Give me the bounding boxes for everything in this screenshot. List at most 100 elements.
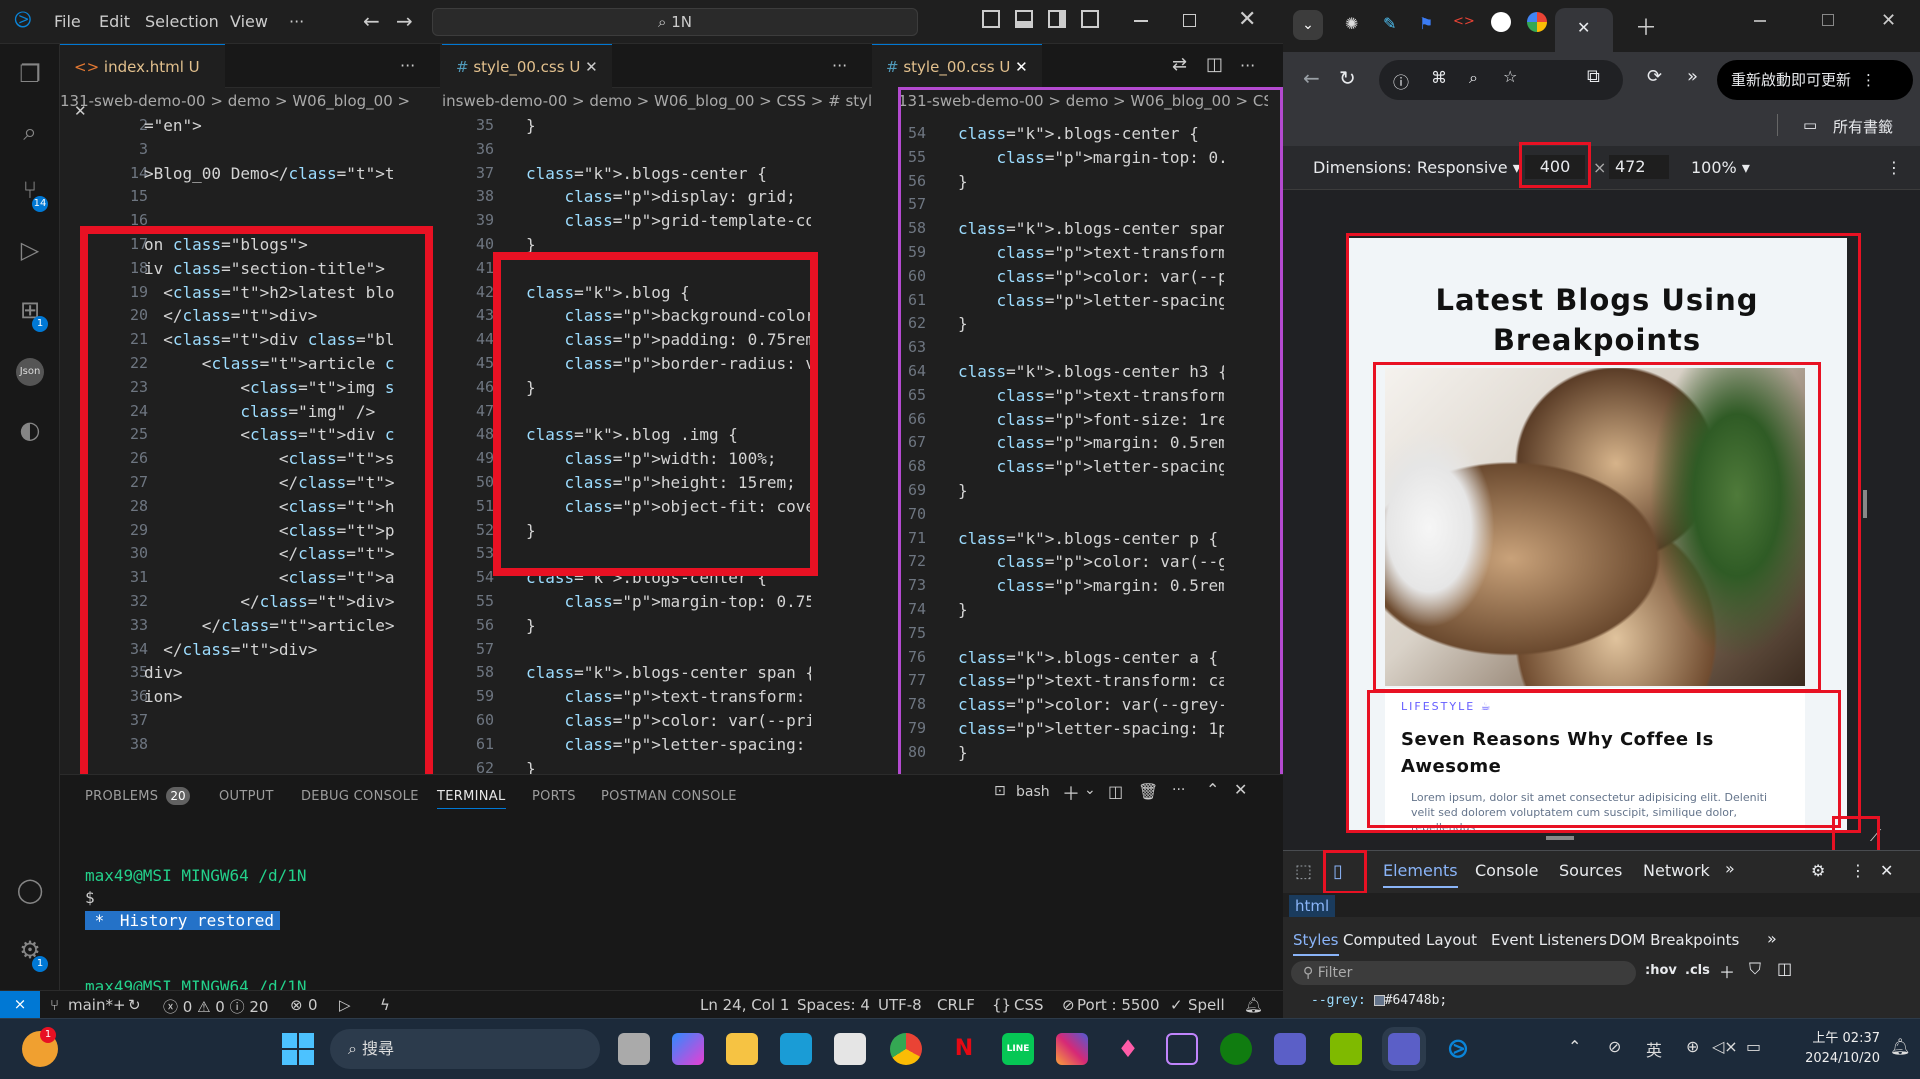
paint-icon[interactable]: ⛉ [1749, 959, 1761, 979]
search-icon[interactable]: ⌕ [14, 116, 46, 148]
line-icon[interactable]: LINE [1002, 1033, 1034, 1065]
new-terminal-icon[interactable]: ＋ [1062, 780, 1080, 806]
language-mode[interactable]: CSS [1014, 996, 1044, 1014]
tab-sources[interactable]: Sources [1559, 861, 1622, 880]
subtab-dom-breakpoints[interactable]: DOM Breakpoints [1609, 931, 1739, 949]
tab-ports[interactable]: PORTS [532, 789, 576, 804]
height-input[interactable]: 472 [1609, 155, 1669, 179]
close-devtools-icon[interactable]: ✕ [1880, 861, 1893, 880]
code-line[interactable]: class="p">text-transform: uppercase; [526, 685, 811, 709]
horizontal-resize-handle[interactable] [1863, 490, 1867, 518]
more-actions-icon[interactable]: ··· [832, 44, 847, 88]
app-green-icon[interactable] [1330, 1033, 1362, 1065]
code-line[interactable]: } [526, 757, 811, 774]
forward-arrow-icon[interactable]: → [396, 9, 413, 33]
globe-icon[interactable]: ⊕ [1686, 1037, 1699, 1056]
code-line[interactable]: class="k">.blogs-center { [526, 162, 811, 186]
split-editor-icon[interactable]: ◫ [1206, 54, 1223, 75]
end-of-line[interactable]: CRLF [937, 996, 975, 1014]
maximize-icon[interactable] [1822, 14, 1834, 26]
site-info-icon[interactable]: ⓘ [1393, 69, 1409, 93]
feather-icon[interactable]: ✎ [1383, 14, 1396, 33]
tab-style-css-active[interactable]: # style_00.css U ✕ [872, 44, 1042, 88]
close-window-icon[interactable]: ✕ [1881, 10, 1896, 31]
battery-icon[interactable]: ▭ [1746, 1037, 1761, 1056]
maximize-panel-icon[interactable]: ⌃ [1206, 780, 1219, 799]
update-button[interactable]: 重新啟動即可更新 ⋮ [1717, 60, 1913, 100]
remote-explorer-icon[interactable]: ◐ [14, 414, 46, 446]
tab-search-chevron-icon[interactable]: ⌄ [1293, 10, 1323, 40]
google-icon[interactable] [1527, 12, 1547, 32]
code-line[interactable]: class="p">letter-spacing: 1.5px; [526, 733, 811, 757]
devtools-menu-icon[interactable]: ⋮ [1850, 861, 1866, 880]
chrome-icon[interactable] [890, 1033, 922, 1065]
instagram-icon[interactable] [1056, 1033, 1088, 1065]
terminal-shell-label[interactable]: bash [1016, 784, 1050, 800]
branch-name[interactable]: main*+ [68, 996, 126, 1014]
vertical-resize-handle[interactable] [1546, 836, 1574, 840]
toggle-secondary-sidebar-icon[interactable] [1048, 10, 1066, 28]
menu-file[interactable]: File [54, 12, 81, 31]
minimize-icon[interactable] [1754, 20, 1766, 22]
vscode-taskbar-icon[interactable]: ⧁ [1442, 1033, 1474, 1065]
split-terminal-icon[interactable]: ◫ [1108, 782, 1123, 801]
bookmark-star-icon[interactable]: ☆ [1503, 67, 1517, 86]
code-line[interactable]: } [526, 614, 811, 638]
more-actions-icon[interactable]: ··· [400, 44, 415, 88]
new-style-rule-icon[interactable]: ＋ [1719, 959, 1735, 983]
accounts-icon[interactable]: ◯ [14, 874, 46, 906]
reload-icon[interactable]: ↻ [1339, 66, 1356, 90]
menu-selection[interactable]: Selection [145, 12, 219, 31]
tray-chevron-up-icon[interactable]: ⌃ [1568, 1037, 1581, 1056]
close-tab-icon[interactable]: ✕ [1577, 18, 1590, 37]
flag-icon[interactable]: ⚑ [1419, 14, 1433, 33]
inspect-element-icon[interactable]: ⬚ [1295, 861, 1312, 882]
chevron-down-icon[interactable]: ⌄ [1084, 782, 1096, 798]
toggle-sidebar-icon[interactable] [982, 10, 1000, 28]
all-bookmarks-link[interactable]: 所有書籤 [1833, 116, 1893, 137]
network-off-icon[interactable]: ⊘ [1608, 1037, 1621, 1056]
problems-summary[interactable]: ⓧ 0 ⚠ 0 ⓘ 20 [163, 996, 268, 1017]
translate-icon[interactable]: ⌘ [1431, 68, 1447, 87]
device-toolbar-more-icon[interactable]: ⋮ [1886, 158, 1902, 177]
more-tabs-icon[interactable]: » [1725, 859, 1735, 878]
tab-elements[interactable]: Elements [1383, 861, 1458, 888]
code-line[interactable]: class="p">display: grid; [526, 185, 811, 209]
menu-view[interactable]: View [230, 12, 268, 31]
more-subtabs-icon[interactable]: » [1767, 929, 1777, 948]
code-line[interactable]: ="en"> [144, 114, 394, 138]
edge-icon[interactable] [780, 1033, 812, 1065]
minimize-icon[interactable] [1134, 20, 1148, 22]
subtab-event-listeners[interactable]: Event Listeners [1491, 931, 1607, 949]
tab-terminal[interactable]: TERMINAL [437, 789, 506, 809]
new-tab-icon[interactable]: ＋ [1635, 10, 1657, 42]
toggle-panel-icon[interactable] [1015, 10, 1033, 28]
ports-count[interactable]: 0 [308, 996, 318, 1014]
extensions-puzzle-icon[interactable]: ⧉ [1587, 66, 1600, 87]
styles-filter-input[interactable]: ⚲ Filter [1291, 961, 1636, 985]
tab-debug-console[interactable]: DEBUG CONSOLE [301, 789, 419, 804]
subtab-styles[interactable]: Styles [1293, 931, 1339, 956]
compare-icon[interactable]: ⇄ [1172, 54, 1187, 75]
code-line[interactable]: class="p">margin-top: 0.75rem; [526, 590, 811, 614]
code-line[interactable]: >Blog_00 Demo</class="t">title> [144, 162, 394, 186]
run-debug-icon[interactable]: ▷ [14, 234, 46, 266]
code-line[interactable]: } [526, 114, 811, 138]
close-tab-icon[interactable]: ✕ [1010, 58, 1028, 76]
ime-indicator[interactable]: 英 [1646, 1037, 1662, 1061]
menu-more[interactable]: ··· [289, 12, 304, 31]
app-chat-icon[interactable] [1166, 1033, 1198, 1065]
teams-work-icon[interactable] [1388, 1033, 1420, 1065]
sidebar-toggle-icon[interactable]: ◫ [1777, 959, 1792, 978]
code-line[interactable] [144, 138, 394, 162]
taskbar-search[interactable]: ⌕ 搜尋 [330, 1029, 600, 1069]
more-extensions-icon[interactable]: » [1687, 66, 1698, 87]
trash-icon[interactable]: 🗑 [1138, 782, 1158, 801]
close-panel-icon[interactable]: ✕ [1234, 780, 1247, 799]
json-icon[interactable]: Json [16, 358, 44, 386]
editor2-breadcrumb[interactable]: insweb-demo-00 > demo > W06_blog_00 > CS… [442, 88, 872, 114]
more-actions-icon[interactable]: ··· [1172, 782, 1185, 798]
code-line[interactable]: class="p">grid-template-columns: 1fr [526, 209, 811, 233]
lightning-icon[interactable]: ϟ [380, 996, 390, 1014]
zoom-dropdown[interactable]: 100% ▾ [1691, 158, 1750, 177]
